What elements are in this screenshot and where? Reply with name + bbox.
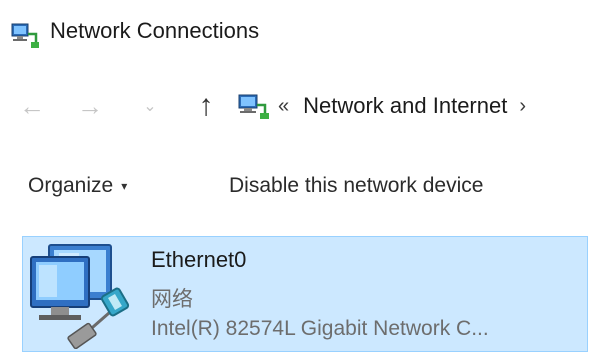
breadcrumb-network-and-internet[interactable]: Network and Internet [303,93,507,119]
network-connections-icon [11,23,39,48]
organize-label: Organize [28,174,114,197]
connection-status: 网络 [151,288,193,311]
title-bar: Network Connections [0,0,608,68]
arrow-up-icon: ↑ [198,89,214,122]
back-button[interactable]: ← [12,86,52,126]
connection-device: Intel(R) 82574L Gigabit Network C... [151,317,489,340]
arrow-right-icon: → [77,90,103,121]
command-bar: Organize ▾ Disable this network device [0,160,608,210]
ethernet-adapter-icon [30,244,130,349]
navigation-bar: ← → ⌄ ↑ « Network and Internet › [0,78,608,134]
connection-item-ethernet0[interactable]: Ethernet0 网络 Intel(R) 82574L Gigabit Net… [22,236,588,352]
disable-network-device-label: Disable this network device [229,174,484,197]
address-bar[interactable]: « Network and Internet › [236,86,608,126]
recent-locations-button[interactable]: ⌄ [136,86,164,126]
disable-network-device-button[interactable]: Disable this network device [229,170,483,202]
network-connections-icon [238,94,269,119]
breadcrumb-separator-icon[interactable]: › [519,95,526,118]
window-title: Network Connections [50,18,260,43]
arrow-left-icon: ← [19,90,45,121]
organize-button[interactable]: Organize ▾ [28,170,127,202]
caret-down-icon: ▾ [121,179,128,193]
up-button[interactable]: ↑ [188,86,224,126]
overflow-chevrons-icon[interactable]: « [278,95,289,118]
chevron-down-icon: ⌄ [143,98,157,115]
forward-button[interactable]: → [70,86,110,126]
connection-name: Ethernet0 [151,247,247,272]
